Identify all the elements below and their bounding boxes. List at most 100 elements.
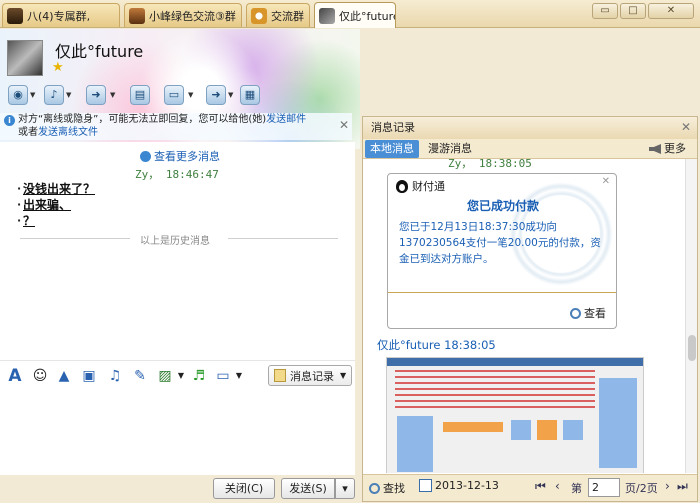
chevron-down-icon[interactable]: ▼ — [66, 91, 71, 99]
page-prefix: 第 — [571, 482, 582, 495]
more-button[interactable]: 更多 — [649, 140, 686, 158]
edit-icon[interactable]: ✎ — [131, 367, 149, 385]
send-email-link[interactable]: 发送邮件 — [266, 114, 306, 125]
message-line: 没钱出来了？ — [23, 182, 96, 196]
payment-card: 财付通 ✕ 您已成功付款 您已于12月13日18:37:30成功向1370230… — [387, 173, 617, 329]
emoji-icon[interactable]: ☺ — [31, 367, 49, 385]
close-button[interactable]: 关闭(C) — [213, 478, 275, 499]
tab-contact[interactable]: 仅此°future — [314, 2, 396, 28]
bullet: · — [17, 214, 22, 227]
music-icon[interactable]: ♬ — [190, 367, 208, 385]
divider — [228, 238, 338, 239]
shake-icon[interactable]: ▲ — [55, 367, 73, 385]
close-window-button[interactable]: ✕ — [648, 3, 694, 19]
send-options-button[interactable]: ▾ — [335, 478, 355, 499]
screenshot-image[interactable] — [386, 357, 644, 473]
tab-group-2[interactable]: 小峰绿色交流③群 — [124, 3, 242, 27]
tab-label: 交流群 — [271, 9, 304, 23]
chevron-down-icon[interactable]: ▼ — [172, 367, 190, 385]
payment-body: 您已于12月13日18:37:30成功向1370230564支付一笔20.00元… — [399, 221, 601, 265]
divider — [388, 292, 616, 293]
chevron-down-icon[interactable]: ▼ — [30, 91, 35, 99]
history-tabs: 本地消息 漫游消息 更多 — [363, 139, 697, 159]
notice-text: 对方“离线或隐身”，可能无法立即回复，您可以给他(她) — [18, 114, 267, 125]
history-log: Zy， 18:38:05 财付通 ✕ 您已成功付款 您已于12月13日18:37… — [363, 159, 685, 473]
magnifier-icon — [570, 307, 581, 319]
group-icon — [7, 7, 23, 24]
close-icon[interactable]: ✕ — [602, 176, 610, 187]
tab-local-messages[interactable]: 本地消息 — [365, 140, 419, 158]
more-messages-label: 查看更多消息 — [154, 150, 220, 163]
brand-label: 财付通 — [412, 180, 445, 193]
find-button[interactable]: 查找 — [369, 480, 405, 496]
minimize-button[interactable]: ▭ — [592, 3, 618, 19]
gif-icon[interactable]: ▣ — [80, 367, 98, 385]
view-button[interactable]: 查看 — [570, 305, 606, 321]
history-divider: 以上是历史消息 — [20, 232, 340, 247]
avatar[interactable] — [7, 40, 43, 76]
chevron-down-icon[interactable]: ▼ — [230, 367, 248, 385]
magnifier-icon — [369, 482, 380, 494]
apps-icon[interactable]: ▦ — [240, 85, 260, 105]
find-label: 查找 — [383, 482, 405, 495]
video-call-icon[interactable]: ◉ — [8, 85, 28, 105]
font-icon[interactable]: A — [6, 367, 24, 385]
tab-group-3[interactable]: 交流群 — [246, 3, 310, 27]
message-line: 出来骗、 — [23, 198, 72, 212]
star-icon: ★ — [52, 60, 64, 75]
decoration — [511, 420, 531, 440]
send-file-icon[interactable]: ➜ — [86, 85, 106, 105]
message-history-panel: 消息记录 ✕ 本地消息 漫游消息 更多 Zy， 18:38:05 财付通 ✕ 您… — [362, 116, 698, 502]
tab-label: 小峰绿色交流③群 — [149, 9, 236, 23]
bullet: · — [17, 198, 22, 211]
last-page-icon[interactable]: ⏭ — [677, 479, 688, 494]
decoration — [563, 420, 583, 440]
page-suffix: 页/2页 — [625, 482, 658, 495]
contact-name: 仅此°future — [55, 42, 144, 61]
page-input[interactable]: 2 — [588, 478, 620, 497]
decoration — [395, 370, 595, 410]
clock-icon — [140, 150, 151, 162]
close-icon[interactable]: ✕ — [681, 120, 691, 134]
close-icon[interactable]: ✕ — [339, 118, 349, 132]
more-label: 更多 — [664, 142, 686, 155]
share-screen-icon[interactable]: ▭ — [164, 85, 184, 105]
message-input[interactable] — [0, 390, 355, 475]
chevron-down-icon: ▼ — [340, 371, 347, 380]
offline-notice: i 对方“离线或隐身”，可能无法立即回复，您可以给他(她)发送邮件 或者发送离线… — [0, 113, 352, 140]
scrollbar[interactable] — [685, 159, 697, 473]
speaker-icon — [649, 144, 661, 154]
voice-message-icon[interactable]: ♫ — [106, 367, 124, 385]
chevron-down-icon[interactable]: ▼ — [188, 91, 193, 99]
date-picker[interactable]: 2013-12-13 — [419, 479, 499, 492]
prev-page-icon[interactable]: ‹ — [555, 479, 560, 493]
avatar-icon — [319, 7, 335, 24]
next-page-icon[interactable]: › — [665, 479, 670, 493]
decoration — [599, 378, 637, 468]
message-sender-time: 仅此°future 18:38:05 — [377, 338, 496, 352]
message-line: ？ — [23, 214, 36, 228]
notice-text: 或者 — [18, 127, 38, 138]
divider — [20, 238, 130, 239]
chevron-down-icon[interactable]: ▼ — [110, 91, 115, 99]
remote-assist-icon[interactable]: ▤ — [130, 85, 150, 105]
view-label: 查看 — [584, 307, 606, 320]
chevron-down-icon[interactable]: ▼ — [228, 91, 233, 99]
first-page-icon[interactable]: ⏮ — [535, 479, 546, 494]
transfer-icon[interactable]: ➜ — [206, 85, 226, 105]
message-history-button[interactable]: 消息记录 ▼ — [268, 365, 352, 386]
send-offline-file-link[interactable]: 发送离线文件 — [38, 127, 98, 138]
scrollbar-thumb[interactable] — [688, 335, 696, 361]
history-footer: 查找 2013-12-13 ⏮ ‹ 第 2 页/2页 › ⏭ — [363, 474, 697, 501]
tab-group-1[interactable]: 八(4)专属群, — [2, 3, 120, 27]
more-messages-link[interactable]: 查看更多消息 — [140, 148, 220, 164]
maximize-button[interactable]: □ — [620, 3, 646, 19]
tab-roaming-messages[interactable]: 漫游消息 — [423, 140, 477, 158]
chat-area: 查看更多消息 Zy， 18:46:47 · 没钱出来了？ · 出来骗、 · ？ … — [0, 142, 355, 360]
send-button[interactable]: 发送(S) — [281, 478, 335, 499]
message-sender-time: Zy， 18:38:05 — [448, 159, 532, 170]
voice-call-icon[interactable]: ♪ — [44, 85, 64, 105]
message-sender-time: Zy， 18:46:47 — [135, 168, 219, 181]
payment-brand: 财付通 — [396, 178, 445, 194]
group-icon — [251, 7, 267, 24]
